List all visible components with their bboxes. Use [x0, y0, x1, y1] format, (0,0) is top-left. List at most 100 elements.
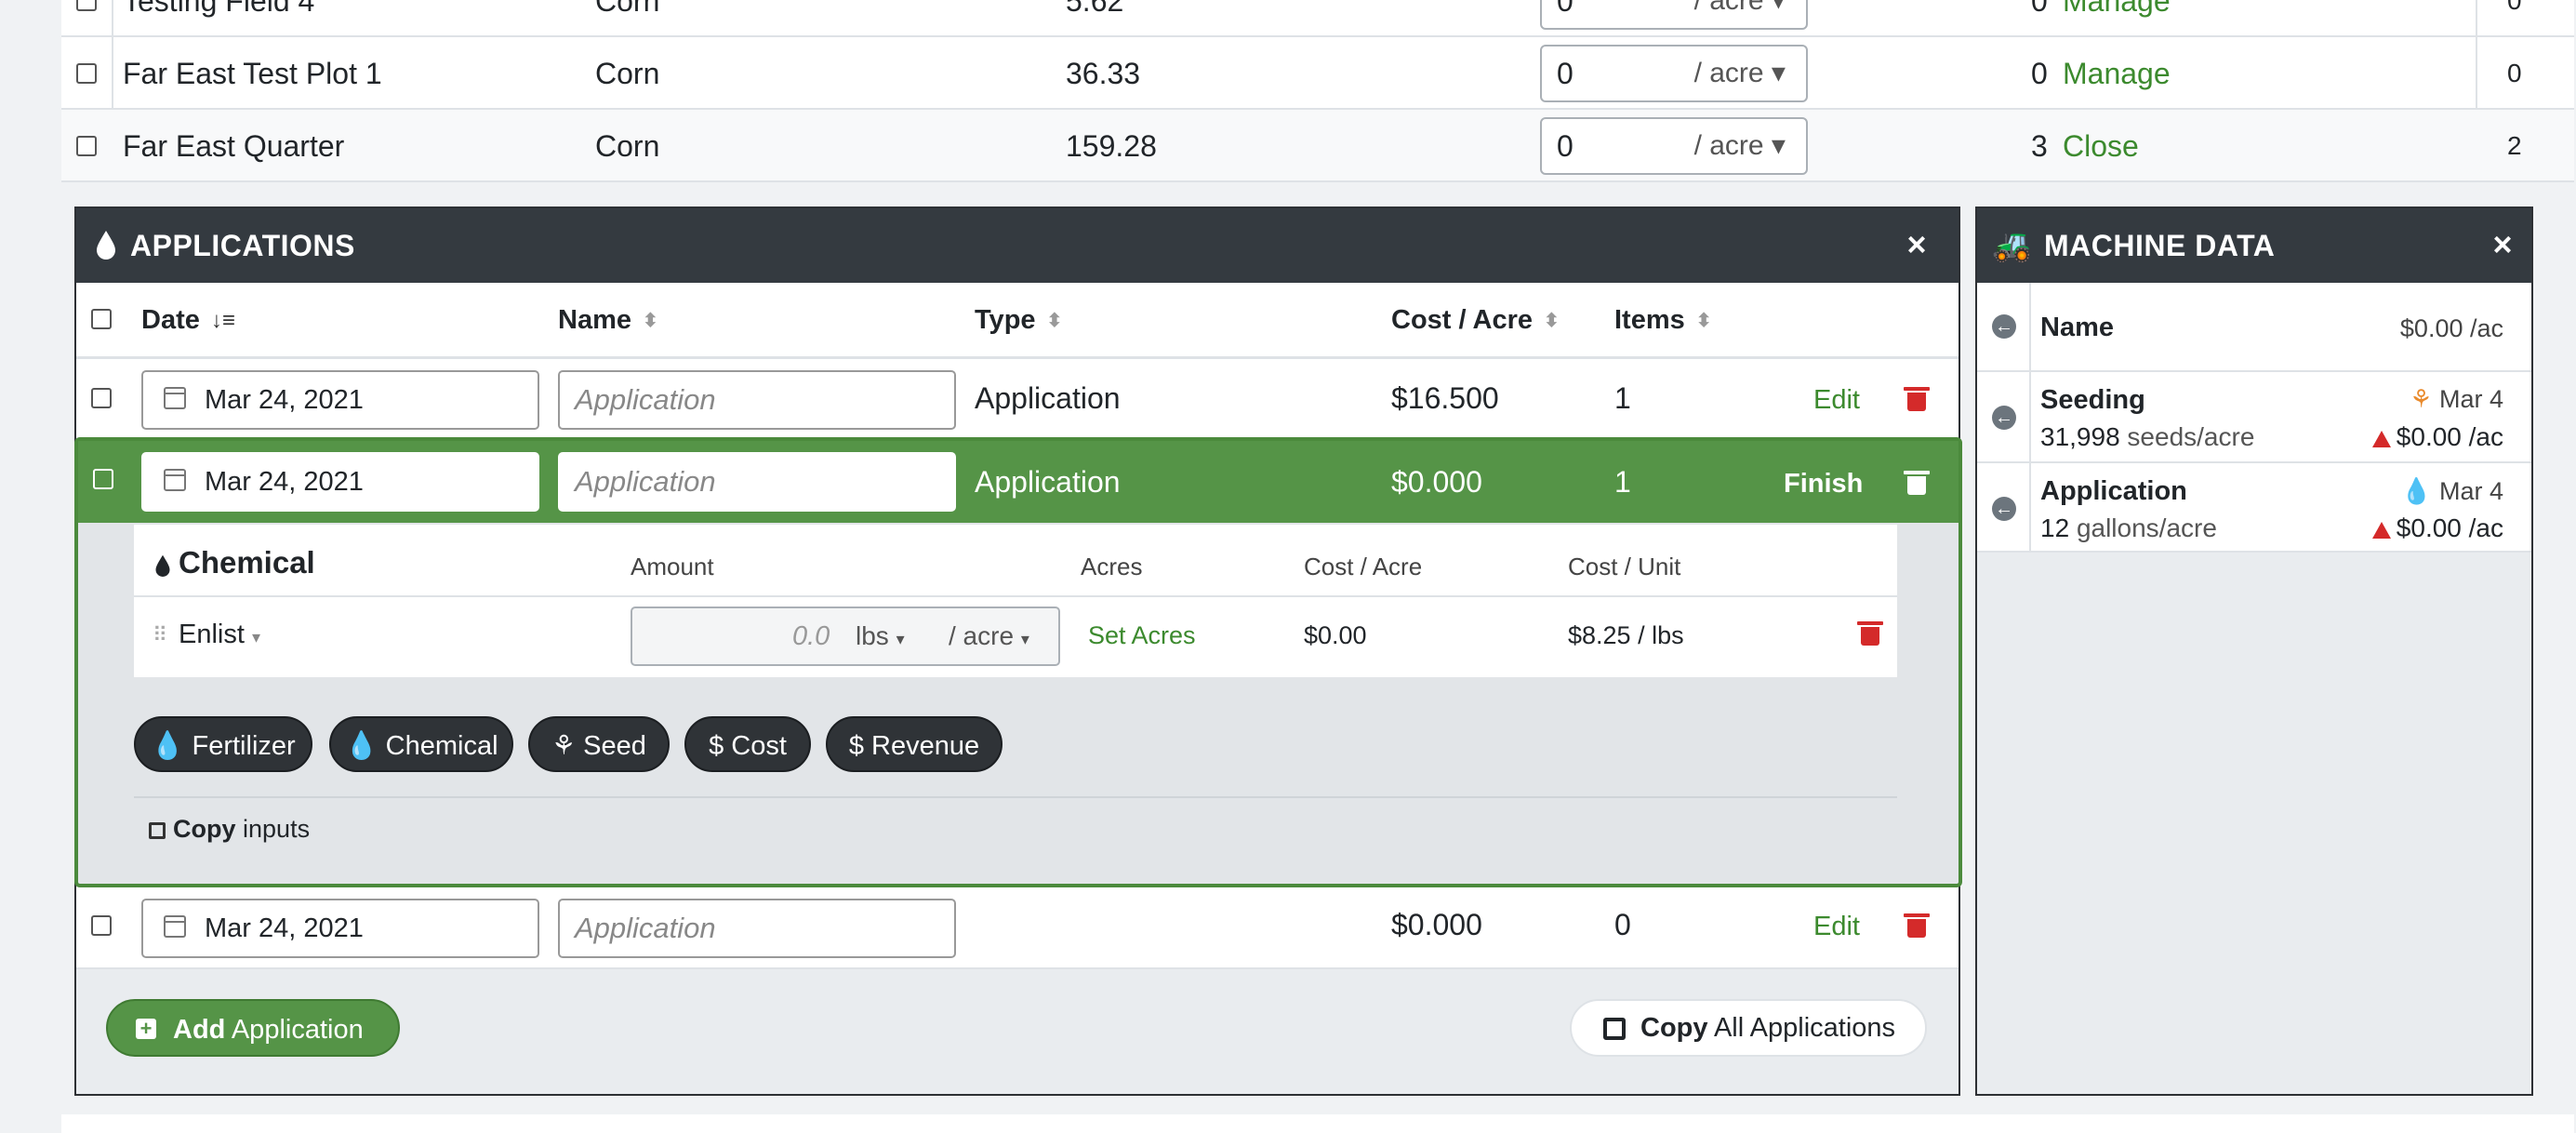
copy-icon [149, 822, 166, 839]
rate-input[interactable]: 0 / acre ▾ [1540, 45, 1808, 102]
warning-icon [2371, 430, 2391, 447]
tractor-icon: 🚜 [1992, 228, 2032, 263]
copy-inputs-button[interactable]: Copy inputs [149, 815, 310, 844]
select-all-checkbox[interactable] [91, 309, 112, 329]
edit-link[interactable]: Edit [1813, 381, 1860, 419]
rate-unit-dropdown[interactable]: / acre ▾ [1694, 0, 1786, 28]
copy-all-applications-button[interactable]: Copy All Applications [1570, 999, 1927, 1057]
drop-icon: 💧 [151, 731, 185, 761]
field-row: Far East Quarter Corn 159.28 0 / acre ▾ … [61, 110, 2574, 182]
add-revenue-button[interactable]: $ Revenue [826, 716, 1003, 772]
date-column-header[interactable]: Date ↓≡ [141, 283, 235, 358]
row-checkbox[interactable] [76, 63, 97, 84]
rate-value: 0 [1557, 0, 1573, 18]
trash-icon[interactable] [1904, 471, 1930, 495]
rate-value: 0 [1557, 57, 1573, 90]
row-checkbox[interactable] [91, 915, 112, 936]
machine-row[interactable]: ← Application 💧 Mar 4 12 gallons/acre $0… [1977, 463, 2531, 553]
application-type: Application [975, 465, 1121, 499]
trash-icon[interactable] [1857, 621, 1883, 646]
application-name-input[interactable]: Application [558, 899, 956, 958]
rate-value: 0 [1557, 129, 1573, 163]
application-items: 1 [1614, 381, 1631, 415]
machine-row[interactable]: ← Seeding ⚘ Mar 4 31,998 seeds/acre $0.0… [1977, 372, 2531, 463]
machine-row-metric: 31,998 seeds/acre [2040, 422, 2255, 451]
applications-header: APPLICATIONS × [76, 208, 1959, 283]
add-cost-button[interactable]: $ Cost [684, 716, 811, 772]
applications-table-header: Date ↓≡ Name ⬍ Type ⬍ Cost / Acre ⬍ Items ⬍ [76, 283, 1959, 359]
edit-link[interactable]: Edit [1813, 908, 1860, 945]
row-checkbox[interactable] [76, 0, 97, 11]
cost-unit-header: Cost / Unit [1568, 553, 1681, 580]
applications-panel: APPLICATIONS × Date ↓≡ Name ⬍ Type ⬍ Cost /… [74, 207, 1962, 1096]
row-checkbox[interactable] [93, 469, 113, 489]
rate-unit-dropdown[interactable]: / acre ▾ [1694, 119, 1786, 173]
back-arrow-icon[interactable]: ← [1992, 406, 2016, 430]
date-input[interactable]: Mar 24, 2021 [141, 370, 539, 430]
application-items: 1 [1614, 465, 1631, 499]
application-name-input[interactable]: Application [558, 370, 956, 430]
amount-input[interactable]: 0.0 lbs ▾ / acre ▾ [631, 606, 1060, 666]
set-acres-link[interactable]: Set Acres [1088, 621, 1196, 650]
trash-icon[interactable] [1904, 387, 1930, 411]
calendar-icon [164, 469, 186, 491]
add-application-button[interactable]: + Add Application [106, 999, 400, 1057]
manage-link[interactable]: Manage [2063, 37, 2171, 110]
chemical-title: Chemical [179, 545, 315, 580]
dollar-icon: $ [709, 731, 724, 761]
machine-data-panel: 🚜 MACHINE DATA × ← Name $0.00 /ac ← Seed… [1975, 207, 2533, 1096]
add-seed-button[interactable]: ⚘ Seed [528, 716, 670, 772]
application-items: 0 [1614, 908, 1631, 941]
divider [134, 796, 1897, 798]
close-icon[interactable]: × [1901, 228, 1932, 261]
finish-button[interactable]: Finish [1784, 465, 1863, 502]
back-arrow-icon[interactable]: ← [1992, 497, 2016, 521]
close-link[interactable]: Close [2063, 110, 2139, 182]
type-column-header[interactable]: Type ⬍ [975, 283, 1062, 358]
drag-handle-icon[interactable]: ⠿ [153, 623, 167, 647]
rate-unit-dropdown[interactable]: / acre ▾ [949, 621, 1029, 651]
field-last: 0 [2507, 0, 2522, 15]
amount-unit-dropdown[interactable]: lbs ▾ [856, 621, 905, 651]
row-checkbox[interactable] [76, 136, 97, 156]
machine-row-cost: $0.00 /ac [2371, 422, 2503, 452]
application-row: Mar 24, 2021 Application $0.000 0 Edit [76, 887, 1959, 969]
machine-row-cost: $0.00 /ac [2371, 513, 2503, 543]
machine-row-date: 💧 Mar 4 [2400, 477, 2503, 505]
item-cost-unit: $8.25 / lbs [1568, 621, 1684, 649]
calendar-icon [164, 915, 186, 938]
sort-icon: ⬍ [1544, 311, 1560, 332]
machine-row-title: Application [2040, 476, 2187, 506]
product-dropdown[interactable]: Enlist ▾ [179, 620, 260, 650]
field-crop: Corn [595, 129, 660, 163]
row-checkbox[interactable] [91, 388, 112, 408]
application-type: Application [975, 381, 1121, 415]
machine-name-row: ← Name $0.00 /ac [1977, 283, 2531, 372]
machine-row-date: ⚘ Mar 4 [2410, 385, 2503, 413]
cost-column-header[interactable]: Cost / Acre ⬍ [1391, 283, 1560, 358]
rate-input[interactable]: 0 / acre ▾ [1540, 0, 1808, 30]
trash-icon[interactable] [1904, 913, 1930, 938]
field-last: 2 [2507, 131, 2522, 160]
close-icon[interactable]: × [2487, 228, 2518, 261]
name-label: Name [2040, 313, 2114, 342]
rate-input[interactable]: 0 / acre ▾ [1540, 117, 1808, 175]
items-column-header[interactable]: Items ⬍ [1614, 283, 1712, 358]
machine-row-metric: 12 gallons/acre [2040, 513, 2217, 542]
date-input[interactable]: Mar 24, 2021 [141, 452, 539, 512]
back-arrow-icon[interactable]: ← [1992, 314, 2016, 339]
field-acres: 36.33 [1066, 57, 1141, 90]
field-last: 0 [2507, 59, 2522, 87]
chemical-item-row: ⠿ Enlist ▾ 0.0 lbs ▾ / acre ▾ Set Acres … [134, 595, 1897, 677]
date-input[interactable]: Mar 24, 2021 [141, 899, 539, 958]
rate-unit-dropdown[interactable]: / acre ▾ [1694, 47, 1786, 100]
manage-link[interactable]: Manage [2063, 0, 2171, 37]
add-fertilizer-button[interactable]: 💧 Fertilizer [134, 716, 312, 772]
application-cost: $0.000 [1391, 908, 1482, 941]
field-row: Testing Field 4 Corn 5.62 0 / acre ▾ 0 M… [61, 0, 2574, 37]
application-name-input[interactable]: Application [558, 452, 956, 512]
applications-title: APPLICATIONS [130, 229, 355, 262]
add-chemical-button[interactable]: 💧 Chemical [329, 716, 513, 772]
name-column-header[interactable]: Name ⬍ [558, 283, 658, 358]
field-count: 3 [2031, 129, 2048, 163]
